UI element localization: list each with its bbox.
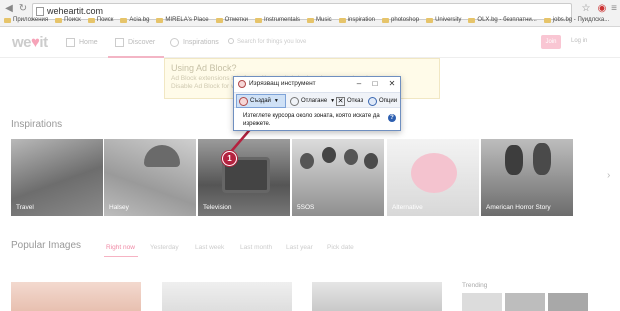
cancel-button[interactable]: ✕ Отказ (336, 94, 363, 108)
chevron-right-icon[interactable]: › (607, 170, 610, 181)
window-title: Изрязващ инструмент (249, 80, 316, 87)
tab-yesterday[interactable]: Yesterday (150, 244, 179, 251)
tab-last-month[interactable]: Last month (240, 244, 272, 251)
inspiration-tile-american-horror-story[interactable]: American Horror Story (481, 139, 573, 216)
close-button[interactable]: ✕ (384, 77, 400, 91)
step-marker: 1 (222, 151, 237, 166)
folder-icon (215, 17, 223, 23)
search-input[interactable]: Search for things you love (228, 36, 528, 48)
folder-icon (382, 17, 390, 23)
inspirations-heading: Inspirations (11, 119, 63, 130)
scissors-icon (238, 80, 246, 88)
new-snip-button[interactable]: Създай ▼ (236, 94, 286, 108)
inspiration-tile-television[interactable]: Television (198, 139, 290, 216)
bookmark-item[interactable]: University (426, 17, 461, 23)
delay-button[interactable]: Отлагане ▼ (290, 94, 335, 108)
tab-last-year[interactable]: Last year (286, 244, 313, 251)
bookmark-item[interactable]: photoshop (382, 17, 419, 23)
bookmark-item[interactable]: OLX.bg - безплатни... (468, 17, 537, 23)
folder-icon (468, 17, 476, 23)
back-icon[interactable]: ◀ (3, 3, 15, 14)
folder-icon (120, 17, 128, 23)
menu-icon[interactable]: ≡ (608, 3, 620, 14)
site-logo[interactable]: we♥it (12, 34, 48, 51)
snipping-toolbar: Създай ▼ Отлагане ▼ ✕ Отказ Опции (234, 92, 400, 108)
maximize-button[interactable]: □ (367, 77, 383, 91)
page-icon (36, 7, 44, 16)
instruction-text: Изтеглете курсора около зоната, която ис… (243, 113, 380, 127)
trending-thumb[interactable] (548, 293, 588, 311)
trending-thumb[interactable] (462, 293, 502, 311)
bookmark-item[interactable]: Отметки (215, 17, 248, 23)
bookmarks-bar: Приложения Поиск Поиск Acia.bg MIRELA's Plac… (4, 17, 616, 23)
folder-icon (254, 17, 262, 23)
folder-icon (426, 17, 434, 23)
bookmark-item[interactable]: MIRELA's Place (156, 17, 209, 23)
login-link[interactable]: Log in (571, 38, 587, 44)
folder-icon (307, 17, 314, 23)
active-nav-indicator (108, 56, 164, 58)
help-icon[interactable]: ? (388, 114, 396, 122)
inspiration-tile-5sos[interactable]: 5SOS (292, 139, 384, 216)
bookmark-item[interactable]: Acia.bg (120, 17, 149, 23)
trending-heading: Trending (462, 282, 488, 289)
url-text: weheartit.com (47, 6, 104, 16)
bookmark-item[interactable]: Music (307, 17, 332, 23)
scissors-icon (239, 96, 248, 106)
popular-heading: Popular Images (11, 240, 82, 251)
inspiration-tile-travel[interactable]: Travel (11, 139, 103, 216)
popular-image[interactable] (162, 282, 292, 311)
grid-icon (115, 38, 124, 47)
bookmark-item[interactable]: jobs.bg - Пуидлска... (543, 17, 609, 23)
adblock-title: Using Ad Block? (171, 63, 237, 73)
join-button[interactable]: Join (541, 35, 561, 49)
minimize-button[interactable]: – (351, 77, 367, 91)
site-header: we♥it Home Discover Inspirations Search … (0, 27, 620, 58)
folder-icon (543, 17, 551, 23)
trending-thumb[interactable] (505, 293, 545, 311)
window-titlebar[interactable]: Изрязващ инструмент – □ ✕ (234, 77, 400, 91)
gear-icon (368, 96, 377, 106)
inspiration-tile-halsey[interactable]: Halsey (104, 139, 196, 216)
options-button[interactable]: Опции (368, 94, 397, 108)
active-tab-indicator (104, 256, 138, 257)
folder-icon (338, 17, 346, 23)
bookmark-item[interactable]: Поиск (87, 17, 113, 23)
clock-icon (290, 96, 299, 106)
nav-discover[interactable]: Discover (115, 38, 155, 47)
bookmark-item[interactable]: inspiration (338, 17, 375, 23)
tab-pick-date[interactable]: Pick date (327, 244, 354, 251)
cancel-icon: ✕ (336, 96, 345, 106)
folder-icon (156, 17, 164, 23)
home-icon (66, 38, 75, 47)
folder-icon (4, 17, 11, 23)
search-icon (228, 38, 234, 44)
popular-image[interactable] (312, 282, 442, 311)
reload-icon[interactable]: ↻ (17, 3, 29, 14)
bookmark-item[interactable]: Приложения (4, 17, 48, 23)
tab-right-now[interactable]: Right now (106, 244, 135, 251)
snipping-tool-window: Изрязващ инструмент – □ ✕ Създай ▼ Отлага… (233, 76, 401, 131)
star-icon[interactable]: ☆ (580, 3, 592, 14)
inspiration-tile-alternative[interactable]: Alternative (387, 139, 479, 216)
tab-last-week[interactable]: Last week (195, 244, 224, 251)
extension-icon[interactable]: ◉ (596, 3, 608, 14)
nav-inspirations[interactable]: Inspirations (170, 38, 219, 47)
bookmark-item[interactable]: Instrumentals (254, 17, 300, 23)
folder-icon (55, 17, 63, 23)
nav-home[interactable]: Home (66, 38, 98, 47)
bulb-icon (170, 38, 179, 47)
folder-icon (87, 17, 95, 23)
popular-image[interactable] (11, 282, 141, 311)
bookmark-item[interactable]: Поиск (55, 17, 81, 23)
